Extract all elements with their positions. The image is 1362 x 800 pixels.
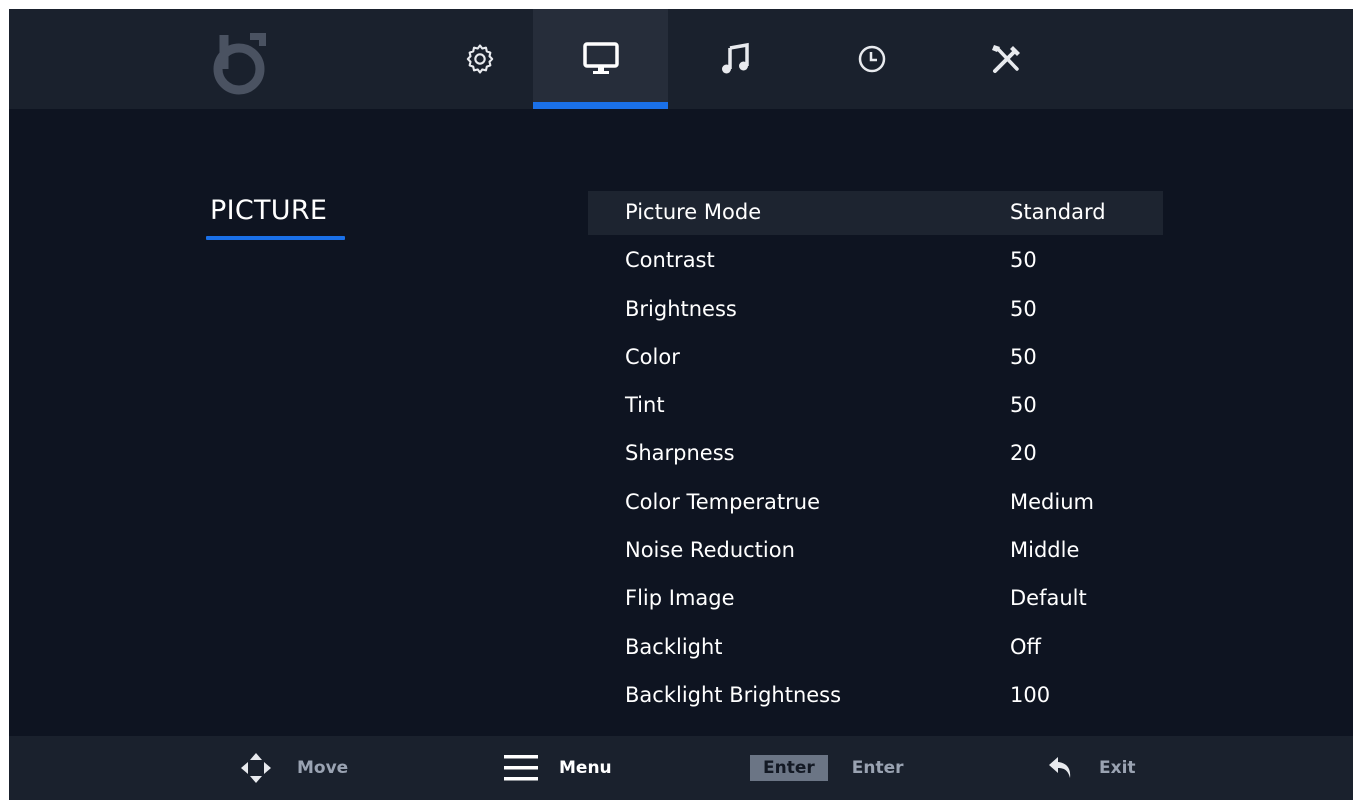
menu-item-value: Standard [1010,200,1106,224]
tab-picture[interactable] [533,9,668,109]
hint-exit-label: Exit [1099,758,1136,778]
brand-logo-icon [213,33,266,95]
hint-move-label: Move [297,758,349,778]
menu-item-value: 100 [1010,682,1051,707]
menu-item-brightness[interactable]: Brightness 50 [588,288,1163,336]
tab-sound[interactable] [668,9,803,109]
tab-time[interactable] [804,9,939,109]
button-hint-bar: Move Menu Enter Enter Exit [9,736,1353,800]
menu-item-noise-reduction[interactable]: Noise Reduction Middle [588,529,1163,577]
menu-item-value: Middle [1010,538,1080,563]
menu-item-picture-mode[interactable]: Picture Mode Standard [588,191,1163,235]
menu-item-label: Backlight Brightness [625,682,842,707]
menu-item-label: Sharpness [625,441,735,466]
tab-settings[interactable] [412,9,547,109]
menu-item-color[interactable]: Color 50 [588,336,1163,384]
menu-item-value: Off [1010,634,1041,659]
hint-menu: Menu [503,736,612,800]
hint-move: Move [239,736,348,800]
menu-item-label: Noise Reduction [625,538,795,563]
directional-pad-icon [241,753,271,783]
menu-item-color-temperature[interactable]: Color Temperatrue Medium [588,481,1163,529]
picture-settings-list: Picture Mode Standard Contrast 50 Bright… [588,191,1163,722]
tv-menu-screen: PICTURE Picture Mode Standard Contrast 5… [9,9,1353,800]
menu-item-backlight-brightness[interactable]: Backlight Brightness 100 [588,674,1163,722]
menu-item-value: 50 [1010,296,1037,321]
menu-item-value: Default [1010,586,1087,611]
menu-item-label: Contrast [625,248,715,273]
hint-enter: Enter Enter [750,736,904,800]
menu-item-label: Backlight [625,634,723,659]
hint-enter-label: Enter [851,758,904,778]
menu-item-value: 20 [1010,441,1037,466]
section-title: PICTURE [210,195,328,226]
section-title-underline [206,236,345,240]
top-navigation-bar [9,9,1353,109]
menu-item-value: Medium [1010,489,1094,514]
menu-item-label: Tint [625,393,665,418]
menu-item-label: Color Temperatrue [625,489,820,514]
menu-item-sharpness[interactable]: Sharpness 20 [588,432,1163,480]
menu-item-label: Color [625,344,680,369]
clock-icon [858,45,885,73]
menu-item-value: 50 [1010,248,1037,273]
return-arrow-icon [1049,757,1071,778]
hint-exit: Exit [1047,736,1136,800]
menu-item-value: 50 [1010,344,1037,369]
menu-item-flip-image[interactable]: Flip Image Default [588,577,1163,625]
menu-item-label: Flip Image [625,586,735,611]
gear-icon [466,44,493,74]
hint-menu-label: Menu [559,758,612,778]
tools-icon [991,45,1020,73]
hamburger-menu-icon [504,755,538,781]
menu-item-tint[interactable]: Tint 50 [588,384,1163,432]
monitor-icon [582,42,619,74]
enter-key-badge: Enter [750,755,828,781]
menu-item-backlight[interactable]: Backlight Off [588,626,1163,674]
tab-tools[interactable] [939,9,1074,109]
menu-item-contrast[interactable]: Contrast 50 [588,239,1163,287]
music-note-icon [721,42,749,74]
menu-item-label: Picture Mode [625,200,762,224]
menu-item-value: 50 [1010,393,1037,418]
menu-item-label: Brightness [625,296,737,321]
